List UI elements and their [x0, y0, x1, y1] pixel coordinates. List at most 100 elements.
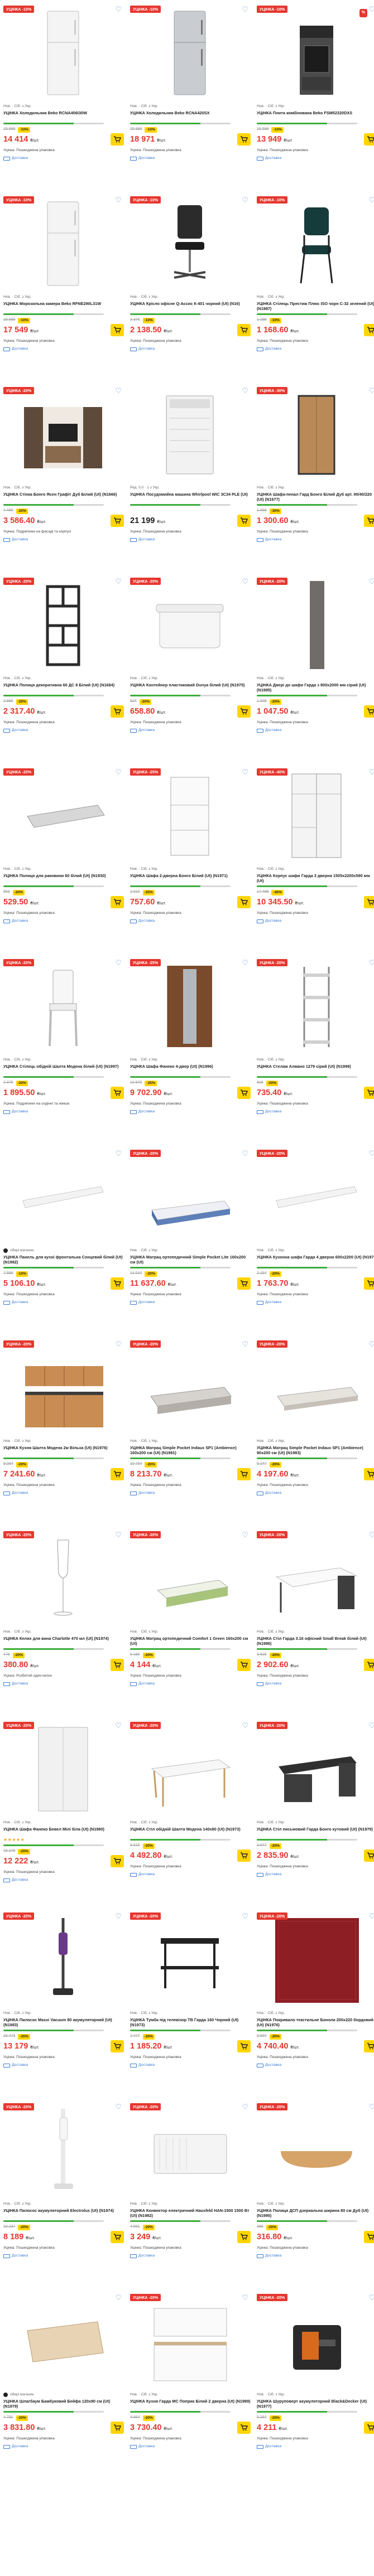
wishlist-heart-icon[interactable]: ♡ [115, 1721, 122, 1730]
add-to-cart-button[interactable] [364, 2040, 374, 2053]
product-image[interactable]: УЦІНКА -20% ♡ [3, 957, 124, 1056]
add-to-cart-button[interactable] [111, 705, 124, 718]
add-to-cart-button[interactable] [364, 515, 374, 527]
delivery-link[interactable]: Доставка [130, 1682, 251, 1686]
product-title[interactable]: УЦІНКА Шлагбаум Бамбуковий Бейфа 120x90 … [3, 2399, 124, 2409]
product-image[interactable]: УЦІНКА -40% ♡ [257, 766, 374, 865]
wishlist-heart-icon[interactable]: ♡ [115, 1912, 122, 1921]
add-to-cart-button[interactable] [364, 1468, 374, 1481]
wishlist-heart-icon[interactable]: ♡ [115, 5, 122, 14]
product-card[interactable]: УЦІНКА -20% ♡ Нов. · Сіб. з Укр. УЦІНКА … [3, 1338, 124, 1529]
product-image[interactable]: УЦІНКА -20% ♡ [257, 957, 374, 1056]
wishlist-heart-icon[interactable]: ♡ [368, 386, 374, 395]
product-title[interactable]: УЦІНКА Посудомийна машина Whirlpool WIC … [130, 492, 251, 502]
product-image[interactable]: УЦІНКА -30% ♡ [257, 385, 374, 484]
product-title[interactable]: УЦІНКА Стіл Гарда 3.16 офісний Small Bre… [257, 1636, 374, 1647]
product-image[interactable]: УЦІНКА -25% ♡ [130, 957, 251, 1056]
product-title[interactable]: УЦІНКА Полиця ДСП дзеркальна ширина 80 с… [257, 2208, 374, 2219]
product-card[interactable]: УЦІНКА -20% ♡ Нов. · Сіб. з Укр. УЦІНКА … [130, 575, 251, 766]
product-card[interactable]: УЦІНКА -20% ♡ Нов. · Сіб. з Укр. УЦІНКА … [3, 1720, 124, 1910]
add-to-cart-button[interactable] [237, 1277, 251, 1290]
product-image[interactable]: УЦІНКА -20% ♡ [3, 766, 124, 865]
product-card[interactable]: УЦІНКА -25% ♡ Нов. · Сіб. з Укр. УЦІНКА … [130, 957, 251, 1147]
wishlist-heart-icon[interactable]: ♡ [242, 2103, 248, 2112]
product-image[interactable]: УЦІНКА -10% ♡ [3, 3, 124, 103]
delivery-link[interactable]: Доставка [3, 728, 124, 733]
product-image[interactable]: УЦІНКА -20% ♡ [130, 1147, 251, 1247]
delivery-link[interactable]: Доставка [257, 1300, 374, 1305]
wishlist-heart-icon[interactable]: ♡ [368, 5, 374, 14]
delivery-link[interactable]: Доставка [3, 2063, 124, 2067]
product-card[interactable]: УЦІНКА -10% ♡ Нов. · Сіб. з Укр. УЦІНКА … [3, 194, 124, 385]
wishlist-heart-icon[interactable]: ♡ [115, 386, 122, 395]
product-title[interactable]: УЦІНКА Корпус шафи Гарда 3 дверна 1505x2… [257, 873, 374, 884]
wishlist-heart-icon[interactable]: ♡ [242, 196, 248, 205]
delivery-link[interactable]: Доставка [257, 347, 374, 351]
product-title[interactable]: УЦІНКА Кухня Шалта Модена 2м Вільха (Ut)… [3, 1445, 124, 1456]
add-to-cart-button[interactable] [364, 1659, 374, 1672]
product-title[interactable]: УЦІНКА Шафа Фанеко Бевел Мілі біла (Ut) … [3, 1827, 124, 1837]
product-image[interactable]: УЦІНКА -20% ♡ [3, 1529, 124, 1628]
product-title[interactable]: УЦІНКА Полиця для раковини 60 білий (Ut)… [3, 873, 124, 884]
add-to-cart-button[interactable] [111, 515, 124, 527]
wishlist-heart-icon[interactable]: ♡ [242, 577, 248, 586]
delivery-link[interactable]: Доставка [3, 1682, 124, 1686]
product-image[interactable]: УЦІНКА -20% ♡ [3, 1720, 124, 1819]
wishlist-heart-icon[interactable]: ♡ [242, 1340, 248, 1349]
delivery-link[interactable]: Доставка [257, 156, 374, 161]
add-to-cart-button[interactable] [237, 1659, 251, 1672]
add-to-cart-button[interactable] [364, 133, 374, 146]
delivery-link[interactable]: Доставка [3, 2254, 124, 2258]
product-image[interactable]: УЦІНКА -10% ♡ [257, 194, 374, 293]
product-image[interactable]: УЦІНКА -20% ♡ [130, 1338, 251, 1437]
product-card[interactable]: УЦІНКА -20% ♡ Нов. · Сіб. з Укр. УЦІНКА … [3, 1910, 124, 2101]
product-image[interactable]: УЦІНКА -20% ♡ [130, 1910, 251, 2010]
product-title[interactable]: УЦІНКА Стелаж Алмано 1279 сірий (Ut) (N1… [257, 1064, 374, 1074]
product-image[interactable]: УЦІНКА -20% ♡ [257, 575, 374, 675]
product-image[interactable]: УЦІНКА -20% ♡ [257, 2292, 374, 2391]
product-card[interactable]: УЦІНКА -20% ♡ Нов. · Сіб. з Укр. УЦІНКА … [3, 575, 124, 766]
product-card[interactable]: УЦІНКА -30% ♡ Нов. · Сіб. з Укр. УЦІНКА … [257, 385, 374, 575]
product-card[interactable]: УЦІНКА -20% ♡ Нов. · Сіб. з Укр. УЦІНКА … [130, 1147, 251, 1338]
product-title[interactable]: УЦІНКА Матрац ортопедичний Simple Pocket… [130, 1255, 251, 1265]
wishlist-heart-icon[interactable]: ♡ [242, 958, 248, 967]
product-card[interactable]: УЦІНКА -20% ♡ Нов. · Сіб. з Укр. УЦІНКА … [257, 575, 374, 766]
delivery-link[interactable]: Доставка [3, 2444, 124, 2449]
delivery-link[interactable]: Доставка [130, 1300, 251, 1305]
wishlist-heart-icon[interactable]: ♡ [115, 1340, 122, 1349]
delivery-link[interactable]: Доставка [3, 919, 124, 923]
delivery-link[interactable]: Доставка [130, 728, 251, 733]
add-to-cart-button[interactable] [237, 1087, 251, 1100]
product-card[interactable]: УЦІНКА -10% ♡ Нов. · Сіб. з Укр. УЦІНКА … [130, 194, 251, 385]
product-card[interactable]: УЦІНКА -20% ♡ Нов. · Сіб. з Укр. УЦІНКА … [257, 1338, 374, 1529]
add-to-cart-button[interactable] [364, 2231, 374, 2244]
product-image[interactable]: УЦІНКА -20% ♡ [3, 385, 124, 484]
wishlist-heart-icon[interactable]: ♡ [242, 1721, 248, 1730]
delivery-link[interactable]: Доставка [257, 2444, 374, 2449]
product-title[interactable]: УЦІНКА Шафа Фанеко 4-двер (Ut) (N1996) [130, 1064, 251, 1074]
delivery-link[interactable]: Доставка [3, 1300, 124, 1305]
add-to-cart-button[interactable] [111, 896, 124, 909]
product-card[interactable]: ♡ Ред. 5.0 · 1 з Укр. УЦІНКА Посудомийна… [130, 385, 251, 575]
wishlist-heart-icon[interactable]: ♡ [115, 768, 122, 777]
add-to-cart-button[interactable] [111, 133, 124, 146]
product-title[interactable]: УЦІНКА Стілець Престиж Плюс ISO чорн С-3… [257, 301, 374, 312]
product-image[interactable]: УЦІНКА -20% ♡ [3, 1910, 124, 2010]
product-title[interactable]: УЦІНКА Двері до шафи Гарда з 800x2000 мм… [257, 682, 374, 693]
product-image[interactable]: УЦІНКА -20% ♡ [257, 1910, 374, 2010]
product-image[interactable]: УЦІНКА -20% ♡ [257, 1147, 374, 1247]
delivery-link[interactable]: Доставка [257, 2254, 374, 2258]
add-to-cart-button[interactable] [111, 1855, 124, 1868]
add-to-cart-button[interactable] [111, 2422, 124, 2434]
product-card[interactable]: УЦІНКА -20% ♡ Нов. · Сіб. з Укр. УЦІНКА … [257, 1147, 374, 1338]
product-card[interactable]: УЦІНКА -20% ♡ Нов. · Сіб. з Укр. УЦІНКА … [130, 2101, 251, 2292]
product-card[interactable]: УЦІНКА -20% ♡ Нов. · Сіб. з Укр. УЦІНКА … [257, 2101, 374, 2292]
wishlist-heart-icon[interactable]: ♡ [242, 5, 248, 14]
add-to-cart-button[interactable] [237, 1849, 251, 1862]
product-title[interactable]: УЦІНКА Кухня Гарда МС Поприк Білий 2 две… [130, 2399, 251, 2409]
delivery-link[interactable]: Доставка [130, 538, 251, 542]
wishlist-heart-icon[interactable]: ♡ [242, 386, 248, 395]
product-card[interactable]: УЦІНКА -20% ♡ Нов. · Сіб. з Укр. УЦІНКА … [3, 957, 124, 1147]
add-to-cart-button[interactable] [111, 1087, 124, 1100]
delivery-link[interactable]: Доставка [257, 1872, 374, 1877]
